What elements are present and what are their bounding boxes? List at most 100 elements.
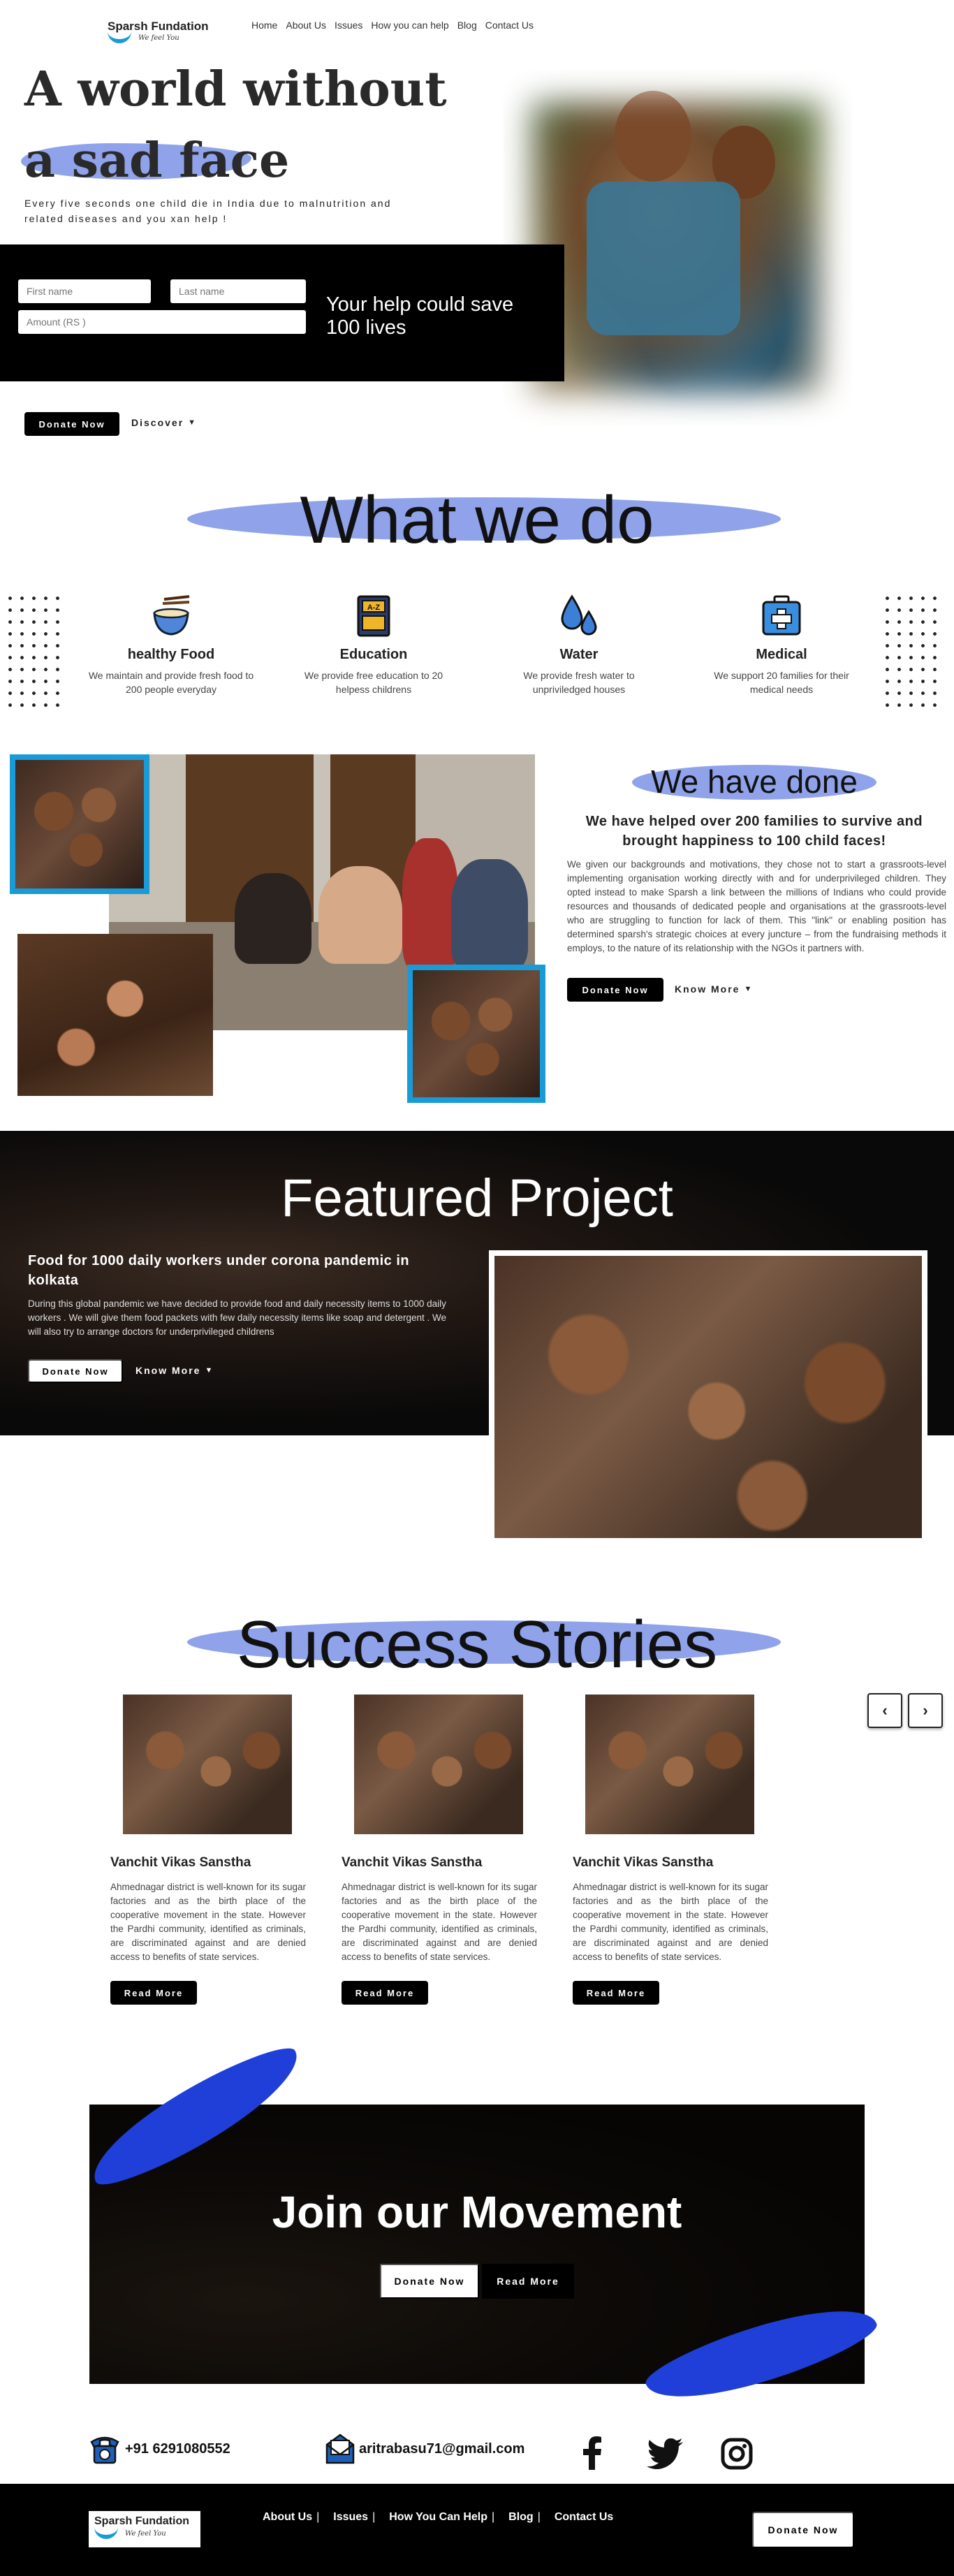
story-photo [585,1695,754,1834]
chevron-down-icon: ▼ [205,1366,214,1375]
dots-decoration-right [881,592,944,708]
story-read-more-button[interactable]: Read More [110,1981,197,2005]
chevron-down-icon: ▼ [744,985,754,993]
story-title: Vanchit Vikas Sanstha [110,1855,251,1870]
subtitle-line1: We have helped over 200 families to surv… [585,814,923,829]
service-medical: Medical We support 20 families for their… [687,594,876,696]
footer-donate-button[interactable]: Donate Now [752,2512,854,2548]
facebook-icon[interactable] [580,2436,603,2470]
chevron-left-icon: ‹ [882,1702,888,1719]
story-photo [354,1695,523,1834]
medical-kit-icon [759,594,804,638]
subtitle-line2: brought happiness to 100 child faces! [622,833,886,849]
know-more-label: Know More [135,1365,201,1376]
footer-link-how-you-can-help[interactable]: How You Can Help [389,2511,487,2524]
hero-subtitle-line1: Every five seconds one child die in Indi… [24,198,392,209]
logo-name: Sparsh Fundation [108,20,209,33]
main-nav: Home About Us Issues How you can help Bl… [251,20,534,31]
we-have-done-subtitle: We have helped over 200 families to surv… [566,812,943,851]
story-photo [123,1695,292,1834]
hero-discover-link[interactable]: Discover ▼ [131,417,197,428]
nav-contact-us[interactable]: Contact Us [485,20,534,31]
service-education: A-Z Education We provide free education … [279,594,468,696]
join-donate-button[interactable]: Donate Now [380,2264,479,2299]
footer-logo[interactable]: Sparsh Fundation We feel You [89,2511,200,2547]
hero-title-line1: A world without [24,61,447,117]
water-drops-icon [557,594,601,638]
done-know-more-link[interactable]: Know More ▼ [675,983,753,995]
twitter-icon[interactable] [647,2438,683,2470]
project-title-line2: kolkata [28,1273,79,1288]
footer-divider: | [372,2511,376,2523]
footer-logo-name: Sparsh Fundation [94,2515,189,2527]
nav-about-us[interactable]: About Us [286,20,326,31]
phone-contact[interactable]: +91 6291080552 [87,2432,230,2466]
featured-body: During this global pandemic we have deci… [28,1297,475,1339]
telephone-icon [87,2432,122,2466]
amount-input[interactable] [18,310,306,334]
story-read-more-button[interactable]: Read More [342,1981,428,2005]
kids-photo-top-left [10,754,149,894]
hero-title-line2: a sad face [24,133,290,189]
first-name-input[interactable] [18,279,151,303]
join-title: Join our Movement [272,2187,682,2237]
footer-divider: | [537,2511,541,2523]
footer-divider: | [491,2511,495,2523]
what-we-do-title: What we do [300,483,654,557]
service-desc-line2: helpess childrens [335,684,412,695]
nav-home[interactable]: Home [251,20,277,31]
we-have-done-title: We have done [651,763,858,800]
project-title-line1: Food for 1000 daily workers under corona… [28,1253,410,1268]
email-contact[interactable]: aritrabasu71@gmail.com [323,2432,524,2466]
footer-divider: | [316,2511,320,2523]
help-text-line1: Your help could save [326,293,514,316]
footer-link-blog[interactable]: Blog [508,2511,534,2524]
know-more-label: Know More [675,983,740,995]
featured-project-title: Food for 1000 daily workers under corona… [28,1251,461,1290]
footer-link-about-us[interactable]: About Us [263,2511,312,2524]
service-title: Medical [756,647,807,662]
site-logo[interactable]: Sparsh Fundation We feel You [105,15,210,52]
featured-donate-button[interactable]: Donate Now [28,1359,123,1383]
carousel-prev-button[interactable]: ‹ [867,1693,902,1728]
service-healthy-food: healthy Food We maintain and provide fre… [77,594,265,696]
service-desc-line1: We provide free education to 20 [304,670,443,681]
nav-blog[interactable]: Blog [457,20,477,31]
footer-link-contact-us[interactable]: Contact Us [555,2511,613,2524]
logo-swoosh-icon [94,2526,118,2539]
kids-photo-bottom-right [407,965,545,1103]
nav-how-you-can-help[interactable]: How you can help [371,20,448,31]
featured-title: Featured Project [281,1169,673,1228]
success-stories-title: Success Stories [236,1607,718,1682]
done-donate-button[interactable]: Donate Now [567,978,663,1002]
footer-nav: About Us | Issues | How You Can Help | B… [263,2511,613,2524]
service-desc-line1: We maintain and provide fresh food to [88,670,254,681]
service-water: Water We provide fresh water to unprivil… [485,594,673,696]
email-icon [323,2432,358,2466]
story-title: Vanchit Vikas Sanstha [342,1855,483,1870]
featured-body-line1: During this global pandemic we have deci… [28,1298,446,1309]
story-body: Ahmednagar district is well-known for it… [342,1882,537,1962]
featured-project-photo [489,1250,927,1544]
story-title: Vanchit Vikas Sanstha [573,1855,714,1870]
service-desc-line2: unpriviledged houses [532,684,626,695]
story-read-more-button[interactable]: Read More [573,1981,659,2005]
email-address: aritrabasu71@gmail.com [359,2440,525,2457]
book-icon: A-Z [351,594,396,638]
hero-donate-button[interactable]: Donate Now [24,412,119,436]
footer-link-issues[interactable]: Issues [333,2511,368,2524]
service-desc-line1: We provide fresh water to [523,670,635,681]
service-title: Education [339,647,408,662]
food-bowl-icon [149,594,193,638]
instagram-icon[interactable] [721,2438,753,2470]
help-text: Your help could save 100 lives [326,293,513,339]
dots-decoration-left [4,592,67,708]
featured-know-more-link[interactable]: Know More ▼ [135,1365,214,1376]
last-name-input[interactable] [170,279,306,303]
join-read-more-button[interactable]: Read More [482,2264,574,2299]
nav-issues[interactable]: Issues [335,20,362,31]
carousel-next-button[interactable]: › [908,1693,943,1728]
hero-subtitle-line2: related diseases and you xan help ! [24,213,228,224]
service-desc-line2: 200 people everyday [126,684,217,695]
story-card: Vanchit Vikas Sanstha Ahmednagar distric… [573,1695,768,2005]
